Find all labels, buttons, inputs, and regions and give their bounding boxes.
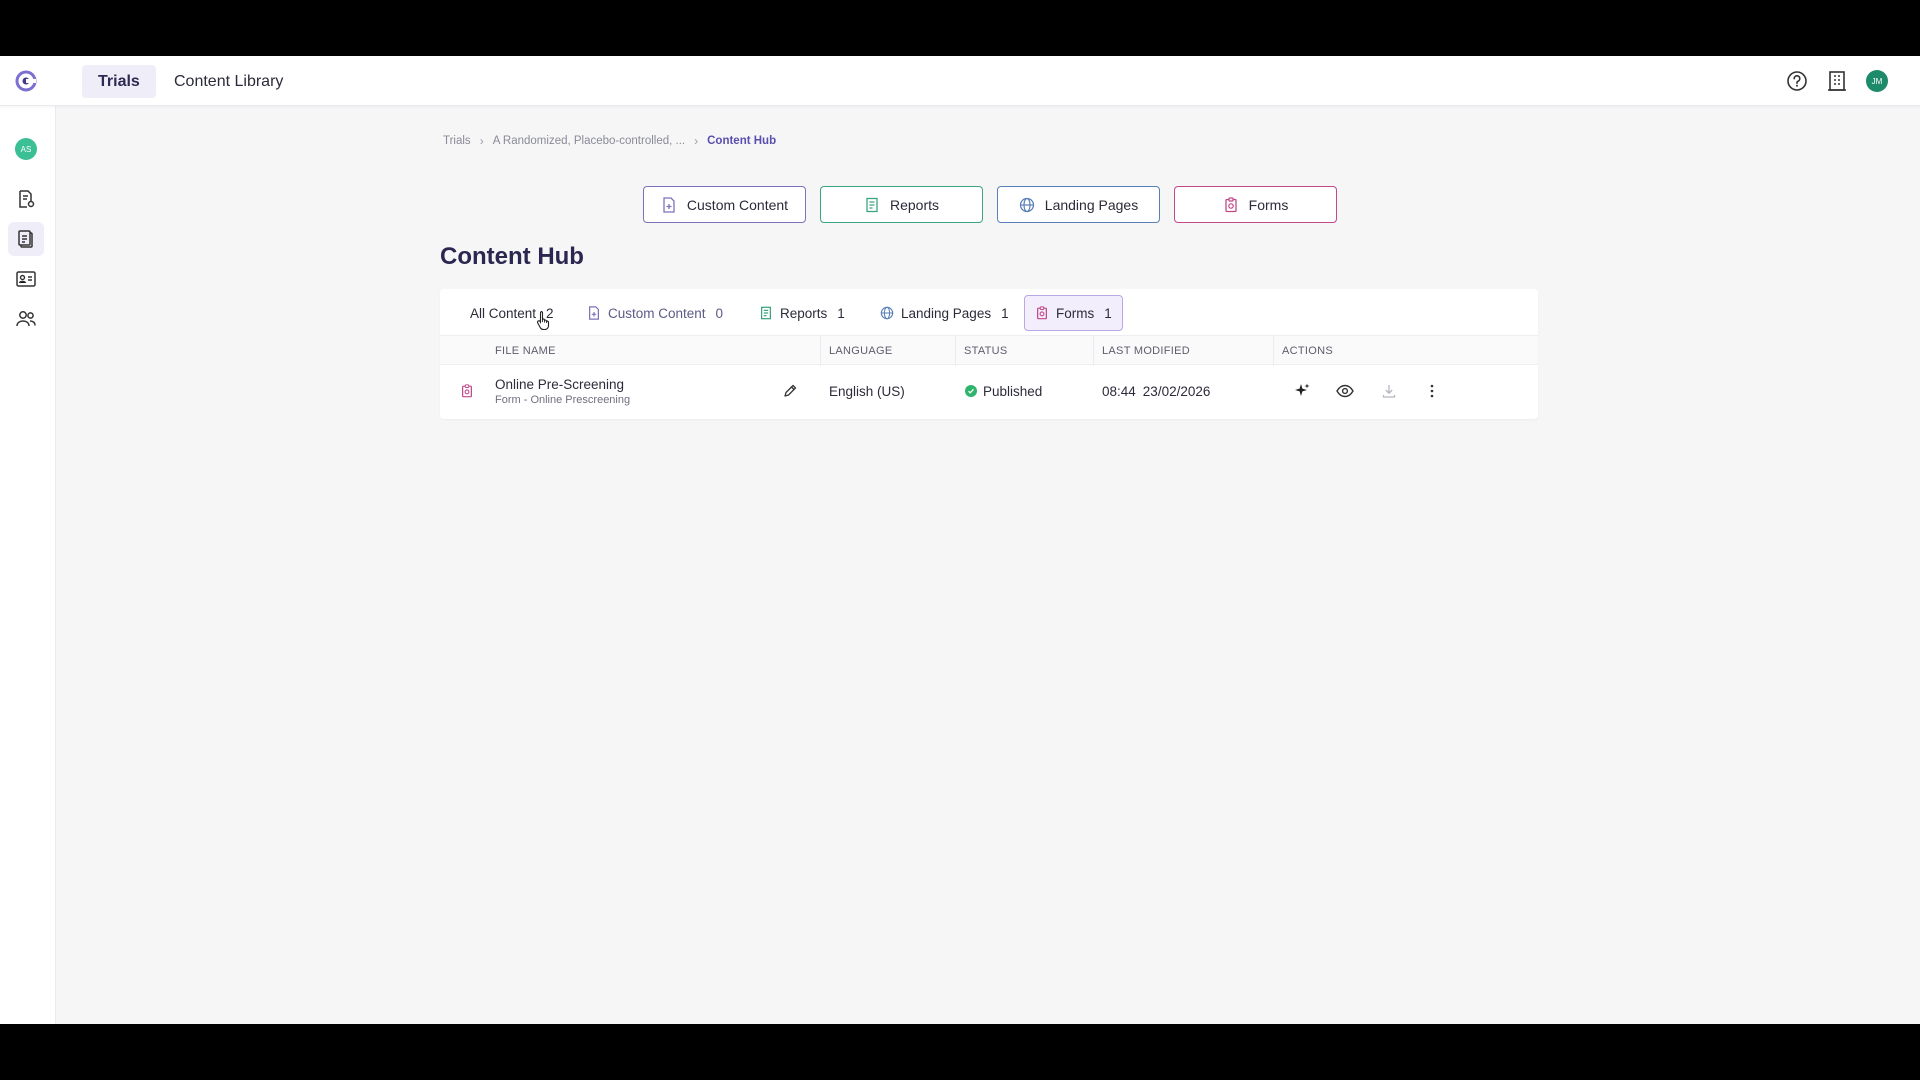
filter-tab-label: Custom Content <box>608 305 706 321</box>
filter-tab-count: 1 <box>837 305 845 321</box>
form-icon <box>1035 306 1049 320</box>
app-logo-icon[interactable] <box>13 68 39 94</box>
filter-tab-label: Forms <box>1056 305 1095 321</box>
hand-cursor-icon <box>536 310 552 330</box>
content-list-card: All Content 2 Custom Content 0 Reports 1… <box>440 289 1538 419</box>
last-modified-cell: 08:44 23/02/2026 <box>1102 365 1272 417</box>
create-reports-label: Reports <box>889 196 940 213</box>
modified-date: 23/02/2026 <box>1142 383 1211 399</box>
column-header-language[interactable]: LANGUAGE <box>820 336 955 366</box>
column-header-last-modified[interactable]: LAST MODIFIED <box>1093 336 1273 366</box>
nav-tab-trials[interactable]: Trials <box>82 65 156 98</box>
left-sidebar: AS <box>0 106 56 1024</box>
create-forms-button[interactable]: Forms <box>1174 186 1337 223</box>
filter-tab-forms[interactable]: Forms 1 <box>1024 295 1123 331</box>
filter-tab-label: All Content <box>470 305 537 321</box>
column-header-file-name[interactable]: FILE NAME <box>495 336 760 366</box>
download-icon[interactable] <box>1379 381 1399 401</box>
file-plus-icon <box>587 306 601 320</box>
filter-tab-label: Landing Pages <box>901 305 992 321</box>
filter-tab-label: Reports <box>780 305 828 321</box>
filter-tab-reports[interactable]: Reports 1 <box>749 295 855 331</box>
status-text: Published <box>983 383 1043 399</box>
help-circle-icon[interactable] <box>1784 68 1810 94</box>
sparkle-ai-icon[interactable] <box>1292 381 1312 401</box>
form-type-icon <box>454 365 480 417</box>
users-icon[interactable] <box>8 302 44 336</box>
top-bar: Trials Content Library JM <box>0 56 1920 106</box>
nav-tab-content-library[interactable]: Content Library <box>158 65 299 98</box>
status-cell: Published <box>965 365 1090 417</box>
building-icon[interactable] <box>1824 68 1850 94</box>
breadcrumb: Trials › A Randomized, Placebo-controlle… <box>443 134 776 148</box>
filter-tab-count: 0 <box>715 305 724 321</box>
table-row[interactable]: Online Pre-Screening Form - Online Presc… <box>440 365 1538 417</box>
user-avatar[interactable]: JM <box>1866 70 1888 92</box>
globe-icon <box>880 306 894 320</box>
file-subtitle: Form - Online Prescreening <box>495 393 631 406</box>
filter-tab-custom-content[interactable]: Custom Content 0 <box>577 295 733 331</box>
chevron-right-icon: › <box>479 134 484 148</box>
trial-avatar[interactable]: AS <box>15 138 37 160</box>
edit-pencil-icon[interactable] <box>780 381 800 401</box>
language-cell: English (US) <box>829 383 905 399</box>
create-custom-content-label: Custom Content <box>686 196 789 213</box>
file-plus-icon <box>661 196 677 213</box>
modified-time: 08:44 <box>1102 383 1136 399</box>
globe-icon <box>1019 197 1035 213</box>
create-reports-button[interactable]: Reports <box>820 186 983 223</box>
column-header-status[interactable]: STATUS <box>955 336 1093 366</box>
filter-tab-count: 1 <box>1001 305 1009 321</box>
app-window: Trials Content Library JM AS Trials › A … <box>0 56 1920 1024</box>
create-landing-pages-button[interactable]: Landing Pages <box>997 186 1160 223</box>
create-forms-label: Forms <box>1248 196 1289 213</box>
create-custom-content-button[interactable]: Custom Content <box>643 186 806 223</box>
form-icon <box>1223 196 1239 213</box>
report-icon <box>759 306 773 320</box>
document-settings-icon[interactable] <box>8 182 44 216</box>
more-vertical-icon[interactable] <box>1422 381 1442 401</box>
page-title: Content Hub <box>440 243 584 270</box>
create-landing-pages-label: Landing Pages <box>1044 196 1139 213</box>
column-header-actions: ACTIONS <box>1273 336 1538 366</box>
table-header: FILE NAME LANGUAGE STATUS LAST MODIFIED … <box>440 335 1538 366</box>
check-circle-icon <box>965 385 977 397</box>
breadcrumb-current: Content Hub <box>707 135 777 147</box>
filter-tab-landing-pages[interactable]: Landing Pages 1 <box>870 295 1019 331</box>
eye-preview-icon[interactable] <box>1335 381 1355 401</box>
chevron-right-icon: › <box>694 134 699 148</box>
breadcrumb-trials[interactable]: Trials <box>443 135 471 147</box>
id-card-icon[interactable] <box>8 262 44 296</box>
filter-tab-count: 1 <box>1104 305 1112 321</box>
breadcrumb-trial[interactable]: A Randomized, Placebo-controlled, ... <box>493 135 685 147</box>
file-name[interactable]: Online Pre-Screening <box>495 377 624 392</box>
file-name-cell[interactable]: Online Pre-Screening Form - Online Presc… <box>495 365 755 417</box>
report-icon <box>864 197 880 213</box>
clipboard-icon[interactable] <box>8 222 44 256</box>
